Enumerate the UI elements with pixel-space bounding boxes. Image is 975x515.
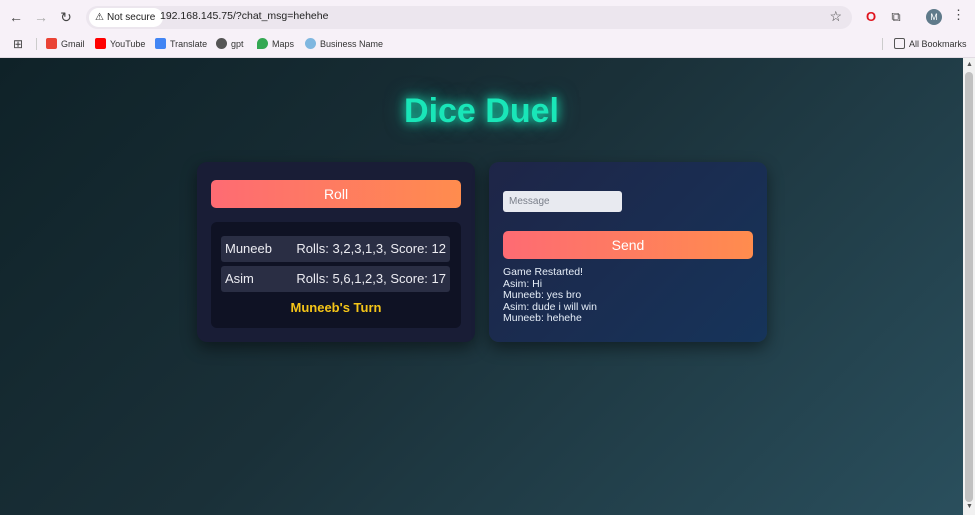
chat-message: Game Restarted! <box>503 266 583 278</box>
security-chip[interactable]: ⚠ Not secure <box>89 8 164 27</box>
all-bookmarks-label: All Bookmarks <box>909 39 967 49</box>
player-name: Muneeb <box>225 241 272 256</box>
back-arrow-icon[interactable]: ← <box>6 7 26 27</box>
scroll-up-arrow-icon[interactable]: ▲ <box>966 61 973 68</box>
url-text[interactable]: 192.168.145.75/?chat_msg=hehehe <box>160 10 328 22</box>
folder-icon <box>894 38 905 49</box>
send-button[interactable]: Send <box>503 231 753 259</box>
address-bar[interactable]: ⚠ Not secure 192.168.145.75/?chat_msg=heh… <box>86 6 852 29</box>
chat-log: Game Restarted! Asim: Hi Muneeb: yes bro… <box>503 266 753 325</box>
player-stats: Rolls: 3,2,3,1,3, Score: 12 <box>296 241 446 256</box>
page-viewport: Dice Duel Roll Muneeb Rolls: 3,2,3,1,3, … <box>0 58 963 515</box>
reload-icon[interactable]: ↻ <box>56 7 76 27</box>
message-input[interactable] <box>503 191 622 212</box>
gpt-icon <box>216 38 227 49</box>
chat-message: Muneeb: yes bro <box>503 289 582 301</box>
bookmark-youtube[interactable]: YouTube <box>95 37 145 51</box>
game-card: Roll Muneeb Rolls: 3,2,3,1,3, Score: 12 … <box>197 162 475 342</box>
maps-pin-icon <box>257 38 268 49</box>
roll-button[interactable]: Roll <box>211 180 461 208</box>
bookmark-label: gpt <box>231 39 244 49</box>
bookmark-label: Translate <box>170 39 208 49</box>
youtube-icon <box>95 38 106 49</box>
bookmarks-bar: Gmail YouTube Translate gpt Maps Busines… <box>0 34 975 54</box>
player-stats: Rolls: 5,6,1,2,3, Score: 17 <box>296 271 446 286</box>
bookmark-translate[interactable]: Translate <box>155 37 207 51</box>
bookmark-gmail[interactable]: Gmail <box>46 37 85 51</box>
forward-arrow-icon[interactable]: → <box>31 7 51 27</box>
turn-indicator: Muneeb's Turn <box>290 300 382 315</box>
bookmark-label: YouTube <box>110 39 146 49</box>
chat-message: Muneeb: hehehe <box>503 312 582 324</box>
security-label: Not secure <box>106 12 156 23</box>
warning-icon: ⚠ <box>95 12 104 23</box>
bookmark-label: Maps <box>272 39 295 49</box>
player-row: Asim Rolls: 5,6,1,2,3, Score: 17 <box>221 266 450 292</box>
scroll-down-arrow-icon[interactable]: ▼ <box>966 503 973 510</box>
browser-menu-icon[interactable]: ⋮ <box>952 7 965 23</box>
extensions-puzzle-icon[interactable]: ⧉ <box>886 7 906 27</box>
gmail-icon <box>46 38 57 49</box>
browser-chrome: ← → ↻ ⚠ Not secure 192.168.145.75/?chat_m… <box>0 0 975 58</box>
player-name: Asim <box>225 271 254 286</box>
opera-extension-icon[interactable]: O <box>861 7 881 27</box>
business-icon <box>305 38 316 49</box>
bookmark-gpt[interactable]: gpt <box>216 37 244 51</box>
bookmark-maps[interactable]: Maps <box>257 37 294 51</box>
scoreboard: Muneeb Rolls: 3,2,3,1,3, Score: 12 Asim … <box>211 222 461 328</box>
profile-avatar[interactable]: M <box>926 9 942 25</box>
scrollbar-thumb[interactable] <box>965 72 973 502</box>
translate-icon <box>155 38 166 49</box>
bookmark-label: Gmail <box>61 39 85 49</box>
player-row: Muneeb Rolls: 3,2,3,1,3, Score: 12 <box>221 236 450 262</box>
page-title: Dice Duel <box>404 92 559 130</box>
bookmark-star-icon[interactable]: ☆ <box>829 8 842 25</box>
bookmark-label: Business Name <box>320 39 384 49</box>
browser-toolbar: ← → ↻ ⚠ Not secure 192.168.145.75/?chat_m… <box>0 0 975 34</box>
chat-card: Send Game Restarted! Asim: Hi Muneeb: ye… <box>489 162 767 342</box>
all-bookmarks-button[interactable]: All Bookmarks <box>894 37 967 51</box>
bookmark-business-name[interactable]: Business Name <box>305 37 383 51</box>
bookmark-separator <box>882 38 883 50</box>
